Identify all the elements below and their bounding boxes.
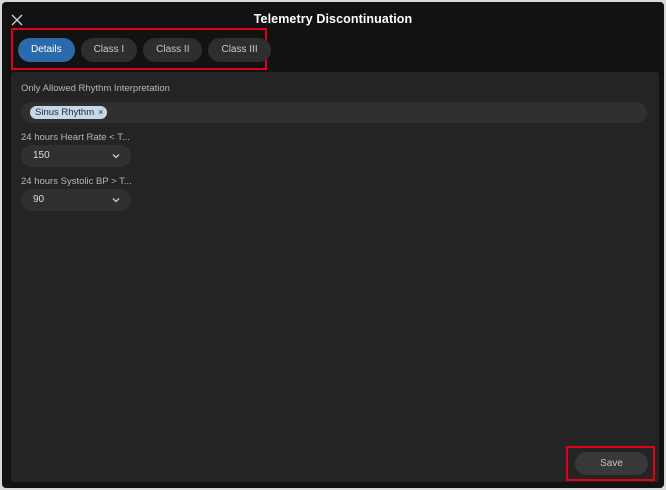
details-panel: Only Allowed Rhythm Interpretation Sinus…	[11, 72, 659, 482]
heart-rate-select[interactable]: 150	[21, 145, 131, 167]
systolic-bp-select[interactable]: 90	[21, 189, 131, 211]
chip-remove-icon[interactable]: ×	[98, 106, 103, 119]
heart-rate-value: 150	[33, 150, 50, 161]
systolic-bp-label: 24 hours Systolic BP > T...	[21, 176, 132, 187]
dialog-window: Telemetry Discontinuation Details Class …	[2, 2, 664, 488]
rhythm-multiselect[interactable]: Sinus Rhythm ×	[21, 102, 647, 123]
tab-class-i[interactable]: Class I	[80, 38, 138, 62]
rhythm-chip-label: Sinus Rhythm	[35, 107, 95, 118]
systolic-bp-value: 90	[33, 194, 45, 205]
chevron-down-icon	[112, 198, 120, 203]
rhythm-chip: Sinus Rhythm ×	[30, 106, 108, 119]
heart-rate-label: 24 hours Heart Rate < T...	[21, 132, 130, 143]
tab-bar: Details Class I Class II Class III	[18, 38, 271, 62]
tab-class-iii[interactable]: Class III	[208, 38, 271, 62]
tab-details[interactable]: Details	[18, 38, 75, 62]
rhythm-label: Only Allowed Rhythm Interpretation	[21, 83, 170, 94]
dialog-title: Telemetry Discontinuation	[253, 12, 413, 26]
save-button[interactable]: Save	[575, 452, 648, 475]
chevron-down-icon	[112, 154, 120, 159]
tab-class-ii[interactable]: Class II	[143, 38, 203, 62]
